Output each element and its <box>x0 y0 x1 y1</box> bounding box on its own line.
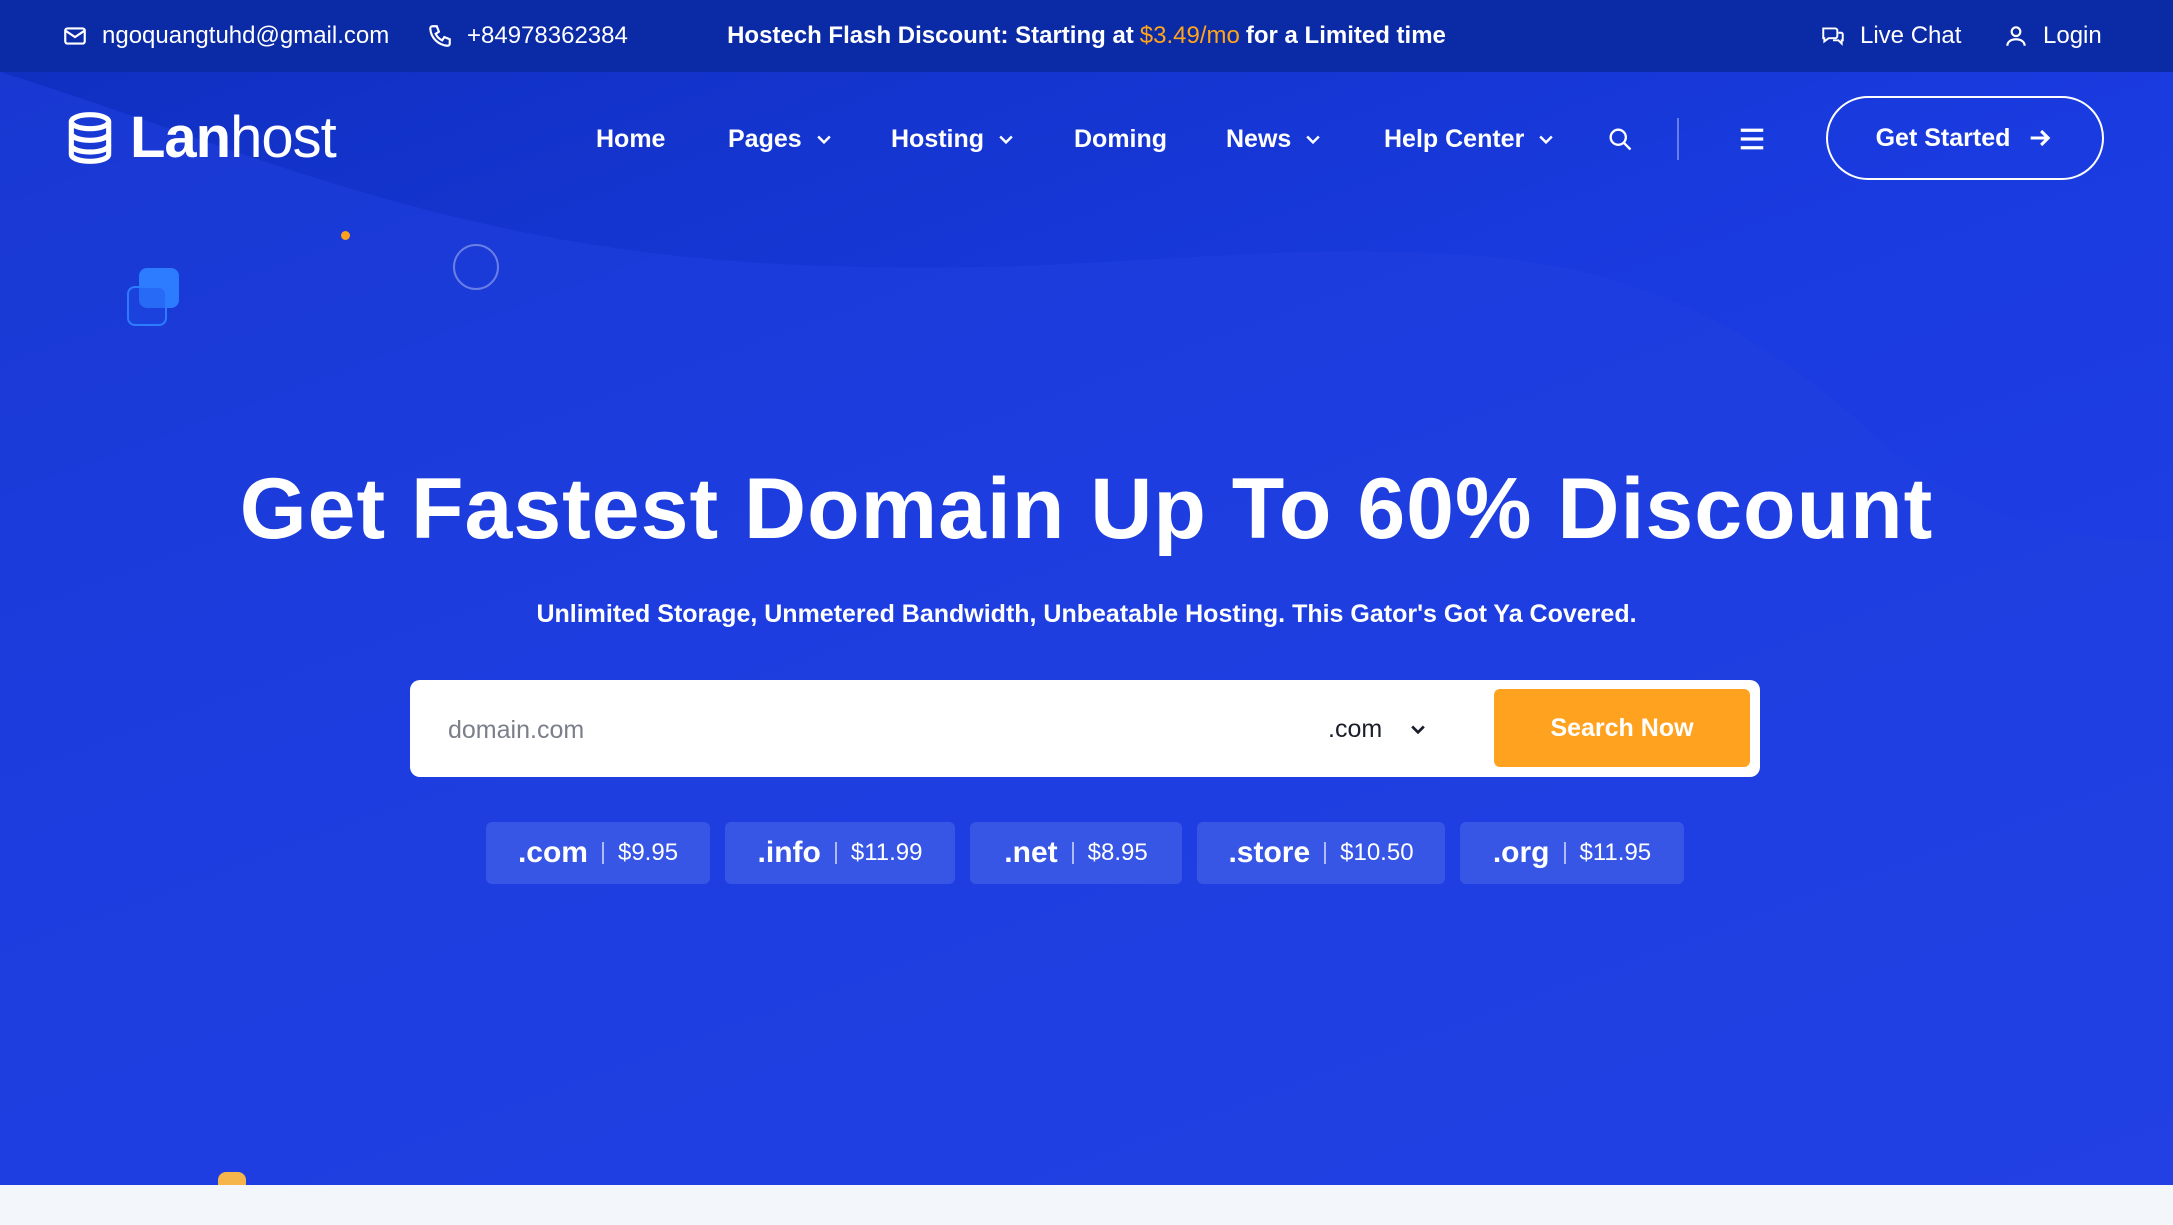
domain-search-form: .com Search Now <box>410 680 1760 777</box>
nav-item-doming[interactable]: Doming <box>1074 104 1167 174</box>
nav-label: News <box>1226 124 1292 153</box>
live-chat-label: Live Chat <box>1860 22 1962 49</box>
search-icon <box>1609 128 1632 151</box>
tld-price: $11.95 <box>1579 839 1652 866</box>
nav-item-pages[interactable]: Pages <box>728 104 834 174</box>
tld-name: .org <box>1492 836 1550 869</box>
nav-item-news[interactable]: News <box>1226 104 1323 174</box>
tld-separator <box>834 842 837 864</box>
tld-price: $8.95 <box>1087 839 1148 866</box>
hero-section: ngoquangtuhd@gmail.com +84978362384 Host… <box>0 0 2173 1185</box>
square-front-decoration <box>127 286 167 326</box>
get-started-label: Get Started <box>1875 123 2011 152</box>
live-chat-link[interactable]: Live Chat <box>1820 0 1961 72</box>
promo-price: $3.49/mo <box>1139 22 1240 49</box>
email-link[interactable]: ngoquangtuhd@gmail.com <box>62 0 389 72</box>
user-icon <box>2006 26 2026 46</box>
nav-label: Doming <box>1074 124 1168 153</box>
nav-label: Hosting <box>891 124 985 153</box>
tld-price-list: .com $9.95 .info $11.99 .net $8.95 .stor… <box>0 822 2173 884</box>
chat-bubbles-icon <box>1822 27 1844 46</box>
hero-background-wave <box>0 72 2173 1185</box>
tld-separator <box>601 842 604 864</box>
tld-separator <box>1324 842 1327 864</box>
domain-search-input[interactable] <box>446 700 1250 760</box>
hero-subline: Unlimited Storage, Unmetered Bandwidth, … <box>536 600 1637 628</box>
arrow-right-icon <box>2031 129 2051 147</box>
phone-icon <box>429 25 451 47</box>
chevron-down-icon <box>1306 135 1321 145</box>
nav-label: Help Center <box>1384 124 1525 153</box>
tld-separator <box>1071 842 1074 864</box>
promo-suffix: for a Limited time <box>1245 22 1446 49</box>
tld-price: $9.95 <box>617 839 679 866</box>
envelope-icon <box>64 27 86 45</box>
search-now-button[interactable]: Search Now <box>1494 689 1750 767</box>
login-label: Login <box>2043 22 2102 49</box>
login-link[interactable]: Login <box>2003 0 2102 72</box>
nav-item-home[interactable]: Home <box>596 104 665 174</box>
tld-price: $10.50 <box>1340 839 1414 866</box>
hexagon-decoration <box>218 1172 246 1185</box>
tld-chip-org[interactable]: .org $11.95 <box>1460 822 1684 884</box>
nav-item-hosting[interactable]: Hosting <box>891 104 1016 174</box>
tld-name: .net <box>1004 836 1058 869</box>
chevron-down-icon <box>999 135 1013 145</box>
chevron-down-icon <box>1539 135 1554 145</box>
nav-item-help-center[interactable]: Help Center <box>1384 104 1556 174</box>
tld-selected-value: .com <box>1328 714 1383 743</box>
hamburger-menu-icon <box>1740 128 1764 150</box>
tld-name: .store <box>1228 836 1311 869</box>
tld-separator <box>1563 842 1566 864</box>
search-button[interactable] <box>1606 104 1634 174</box>
tld-price: $11.99 <box>850 839 923 866</box>
nav-label: Pages <box>728 124 802 153</box>
phone-link[interactable]: +84978362384 <box>427 0 628 72</box>
chevron-down-icon <box>1411 725 1425 735</box>
tld-name: .info <box>757 836 821 869</box>
top-bar: ngoquangtuhd@gmail.com +84978362384 Host… <box>0 0 2173 72</box>
email-text: ngoquangtuhd@gmail.com <box>102 22 390 49</box>
get-started-button[interactable]: Get Started <box>1826 96 2104 180</box>
circle-outline-decoration <box>453 244 499 290</box>
tld-chip-info[interactable]: .info $11.99 <box>725 822 955 884</box>
tld-select[interactable]: .com <box>1328 704 1428 754</box>
chevron-down-icon <box>816 135 831 145</box>
tld-chip-com[interactable]: .com $9.95 <box>486 822 710 884</box>
nav-label: Home <box>596 124 666 153</box>
hero-headline: Get Fastest Domain Up To 60% Discount <box>239 461 1934 557</box>
tld-chip-net[interactable]: .net $8.95 <box>970 822 1182 884</box>
promo-prefix: Hostech Flash Discount: Starting at <box>727 22 1134 49</box>
orange-dot-decoration <box>341 231 350 240</box>
tld-name: .com <box>517 836 588 869</box>
menu-button[interactable] <box>1737 104 1767 174</box>
phone-text: +84978362384 <box>467 22 628 49</box>
tld-chip-store[interactable]: .store $10.50 <box>1197 822 1445 884</box>
nav-divider <box>1677 118 1679 160</box>
